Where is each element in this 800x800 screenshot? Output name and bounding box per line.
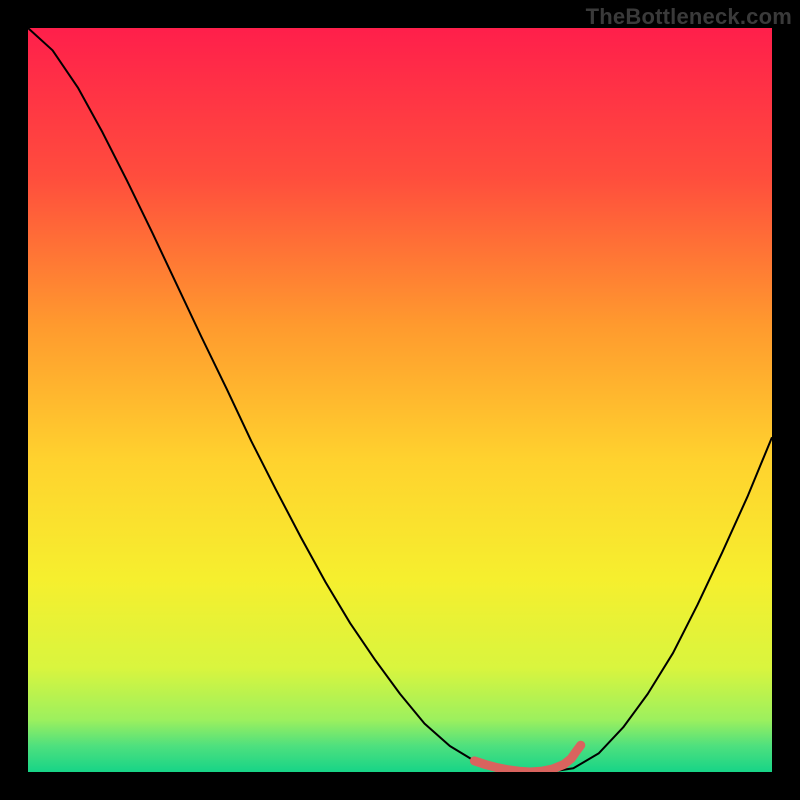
watermark-text: TheBottleneck.com (586, 4, 792, 30)
plot-area (28, 28, 772, 772)
chart-frame: TheBottleneck.com (0, 0, 800, 800)
chart-svg (28, 28, 772, 772)
gradient-background (28, 28, 772, 772)
